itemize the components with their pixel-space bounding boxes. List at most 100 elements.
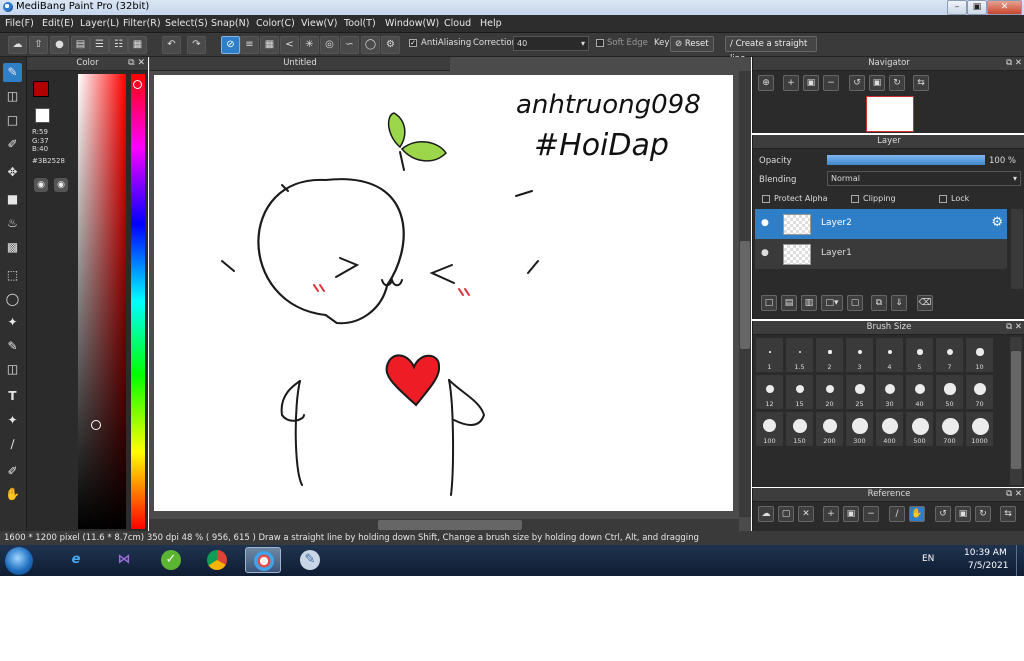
close-button[interactable]: ✕ <box>987 0 1022 15</box>
merge-down-icon[interactable]: ⇓ <box>891 295 907 311</box>
eyedropper-tool-icon[interactable]: ✐ <box>3 462 22 481</box>
brush-size-option[interactable]: 50 <box>935 374 964 410</box>
zoom-actual-icon[interactable]: ▣ <box>803 75 819 91</box>
minimize-button[interactable]: – <box>947 0 967 15</box>
horizontal-scrollbar[interactable] <box>149 519 739 531</box>
gear-icon[interactable]: ⚙ <box>991 215 1003 230</box>
move-tool-icon[interactable]: ✥ <box>3 163 22 182</box>
clock-time[interactable]: 10:39 AM <box>964 548 1007 558</box>
doc-list-icon[interactable]: ☷ <box>109 36 128 54</box>
brush-size-option[interactable]: 100 <box>755 411 784 447</box>
brush-size-option[interactable]: 1 <box>755 337 784 373</box>
panel-window-icons[interactable]: ⧉ ✕ <box>128 57 145 70</box>
vertical-scrollbar[interactable] <box>739 71 751 517</box>
document-icon[interactable]: ☰ <box>90 36 109 54</box>
soft-edge-checkbox[interactable] <box>596 39 604 47</box>
maximize-button[interactable]: ▣ <box>967 0 987 15</box>
panel-window-icons[interactable]: ⧉ ✕ <box>1006 488 1022 501</box>
clipping-checkbox[interactable] <box>851 195 859 203</box>
zoom-fit-icon[interactable]: ⊕ <box>758 75 774 91</box>
circle-snap-icon[interactable]: ◎ <box>320 36 339 54</box>
new-layer-icon[interactable]: □ <box>761 295 777 311</box>
clock-date[interactable]: 7/5/2021 <box>968 561 1008 571</box>
lasso-tool-icon[interactable]: ◯ <box>3 290 22 309</box>
palette-add-icon[interactable]: ◉ <box>54 178 68 192</box>
lock-checkbox[interactable] <box>939 195 947 203</box>
add-layer-menu-icon[interactable]: □▾ <box>821 295 843 311</box>
menu-select[interactable]: Select(S) <box>165 18 208 29</box>
brush-size-option[interactable]: 70 <box>965 374 994 410</box>
menu-layer[interactable]: Layer(L) <box>80 18 119 29</box>
redo-icon[interactable]: ↷ <box>187 36 206 54</box>
taskbar-paint[interactable]: ✎ <box>292 547 328 573</box>
hand-icon[interactable]: ✋ <box>909 506 925 522</box>
antialiasing-checkbox[interactable]: ✓ <box>409 39 417 47</box>
grid-icon[interactable]: ▦ <box>128 36 147 54</box>
rotate-right-icon[interactable]: ↻ <box>975 506 991 522</box>
select-tool-icon[interactable]: ⬚ <box>3 266 22 285</box>
rectangle-select-tool-icon[interactable]: □ <box>3 111 22 130</box>
brush-size-option[interactable]: 4 <box>875 337 904 373</box>
brush-tool-icon[interactable]: ✎ <box>3 63 22 82</box>
start-button[interactable] <box>5 547 33 575</box>
correction-select[interactable]: 40 ▾ <box>513 36 589 51</box>
select-pen-tool-icon[interactable]: ✎ <box>3 337 22 356</box>
folder-icon[interactable]: ▢ <box>847 295 863 311</box>
brush-size-option[interactable]: 1.5 <box>785 337 814 373</box>
trash-icon[interactable]: ⌫ <box>917 295 933 311</box>
brush-size-option[interactable]: 7 <box>935 337 964 373</box>
taskbar-visual-studio[interactable]: ⋈ <box>106 547 142 573</box>
menu-window[interactable]: Window(W) <box>385 18 439 29</box>
flip-icon[interactable]: ⇆ <box>913 75 929 91</box>
brush-size-option[interactable]: 12 <box>755 374 784 410</box>
flip-icon[interactable]: ⇆ <box>1000 506 1016 522</box>
layer-scrollbar[interactable] <box>1011 209 1023 289</box>
ellipse-snap-icon[interactable]: ◯ <box>361 36 380 54</box>
zoom-in-icon[interactable]: + <box>783 75 799 91</box>
brush-size-scroll-thumb[interactable] <box>1011 351 1021 469</box>
create-straight-line-button[interactable]: ∕ Create a straight line <box>725 36 817 64</box>
horizontal-scroll-thumb[interactable] <box>378 520 522 530</box>
protect-alpha-checkbox[interactable] <box>762 195 770 203</box>
share-icon[interactable]: ⇧ <box>29 36 48 54</box>
new-8bit-layer-icon[interactable]: ▥ <box>801 295 817 311</box>
brush-size-option[interactable]: 30 <box>875 374 904 410</box>
palette-icon[interactable]: ◉ <box>34 178 48 192</box>
hue-cursor[interactable] <box>133 80 142 89</box>
language-indicator[interactable]: EN <box>922 554 934 564</box>
undo-icon[interactable]: ↶ <box>162 36 181 54</box>
brush-size-option[interactable]: 1000 <box>965 411 994 447</box>
brush-size-option[interactable]: 300 <box>845 411 874 447</box>
menu-filter[interactable]: Filter(R) <box>123 18 161 29</box>
radial-snap-icon[interactable]: ✳ <box>300 36 319 54</box>
pen-tool-icon[interactable]: ✐ <box>3 135 22 154</box>
bucket-tool-icon[interactable]: ♨ <box>3 214 22 233</box>
visibility-eye-icon[interactable]: ● <box>761 218 769 228</box>
open-folder-icon[interactable]: ▢ <box>778 506 794 522</box>
brush-size-option[interactable]: 2 <box>815 337 844 373</box>
vertical-scroll-thumb[interactable] <box>740 241 750 349</box>
visibility-eye-icon[interactable]: ● <box>761 248 769 258</box>
cloud-icon[interactable]: ☁ <box>8 36 27 54</box>
menu-tool[interactable]: Tool(T) <box>344 18 376 29</box>
brush-size-option[interactable]: 400 <box>875 411 904 447</box>
new-halftone-layer-icon[interactable]: ▤ <box>781 295 797 311</box>
taskbar-ie[interactable]: e <box>58 547 94 573</box>
hand-tool-icon[interactable]: ✋ <box>3 485 22 504</box>
snap-off-icon[interactable]: ⊘ <box>221 36 240 54</box>
fill-rect-tool-icon[interactable]: ■ <box>3 190 22 209</box>
brush-size-option[interactable]: 20 <box>815 374 844 410</box>
panel-window-icons[interactable]: ⧉ ✕ <box>1006 321 1022 334</box>
gradient-tool-icon[interactable]: ▩ <box>3 238 22 257</box>
menu-edit[interactable]: Edit(E) <box>42 18 74 29</box>
navigator-thumbnail[interactable] <box>866 96 914 132</box>
snap-settings-icon[interactable]: ⚙ <box>381 36 400 54</box>
primary-color-swatch[interactable] <box>33 81 49 97</box>
zoom-fit-icon[interactable]: ▣ <box>843 506 859 522</box>
blending-select[interactable]: Normal ▾ <box>827 171 1021 186</box>
opacity-slider[interactable] <box>827 155 985 165</box>
brush-size-option[interactable]: 5 <box>905 337 934 373</box>
dropper-tool-icon[interactable]: ∕ <box>3 435 22 454</box>
menu-color[interactable]: Color(C) <box>256 18 295 29</box>
reset-button[interactable]: ⊘ Reset <box>670 36 714 52</box>
